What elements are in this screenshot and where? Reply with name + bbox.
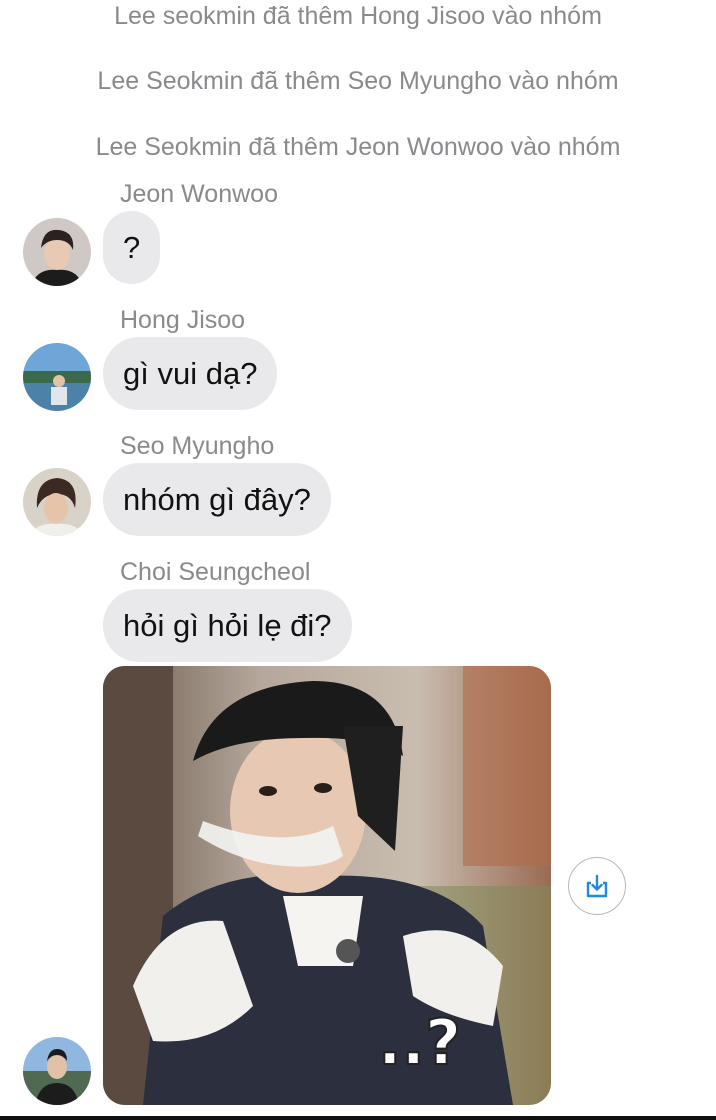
download-icon xyxy=(586,874,608,898)
avatar[interactable] xyxy=(23,218,91,286)
avatar-dark-hair-icon xyxy=(23,218,91,286)
system-message-added-hong-jisoo: Lee seokmin đã thêm Hong Jisoo vào nhóm xyxy=(114,2,602,30)
sender-name: Hong Jisoo xyxy=(120,306,246,334)
sender-name: Seo Myungho xyxy=(120,432,275,460)
avatar[interactable] xyxy=(23,1037,91,1105)
photo-message[interactable]: ..? xyxy=(103,666,551,1105)
avatar-outdoor-icon xyxy=(23,1037,91,1105)
system-message-added-seo-myungho: Lee Seokmin đã thêm Seo Myungho vào nhóm xyxy=(97,67,619,95)
avatar[interactable] xyxy=(23,343,91,411)
sender-name: Jeon Wonwoo xyxy=(120,180,278,208)
message-bubble[interactable]: hỏi gì hỏi lẹ đi? xyxy=(103,589,352,662)
avatar-portrait-icon xyxy=(23,468,91,536)
photo-overlay-text: ..? xyxy=(377,1005,462,1080)
message-bubble[interactable]: ? xyxy=(103,211,161,284)
bottom-divider xyxy=(0,1116,716,1120)
photo-image xyxy=(103,666,551,1105)
avatar-outdoor-lake-icon xyxy=(23,343,91,411)
save-photo-button[interactable] xyxy=(568,857,626,915)
sender-name: Choi Seungcheol xyxy=(120,558,311,586)
avatar[interactable] xyxy=(23,468,91,536)
message-bubble[interactable]: gì vui dạ? xyxy=(103,337,278,410)
message-bubble[interactable]: nhóm gì đây? xyxy=(103,463,331,536)
system-message-added-jeon-wonwoo: Lee Seokmin đã thêm Jeon Wonwoo vào nhóm xyxy=(95,133,621,161)
